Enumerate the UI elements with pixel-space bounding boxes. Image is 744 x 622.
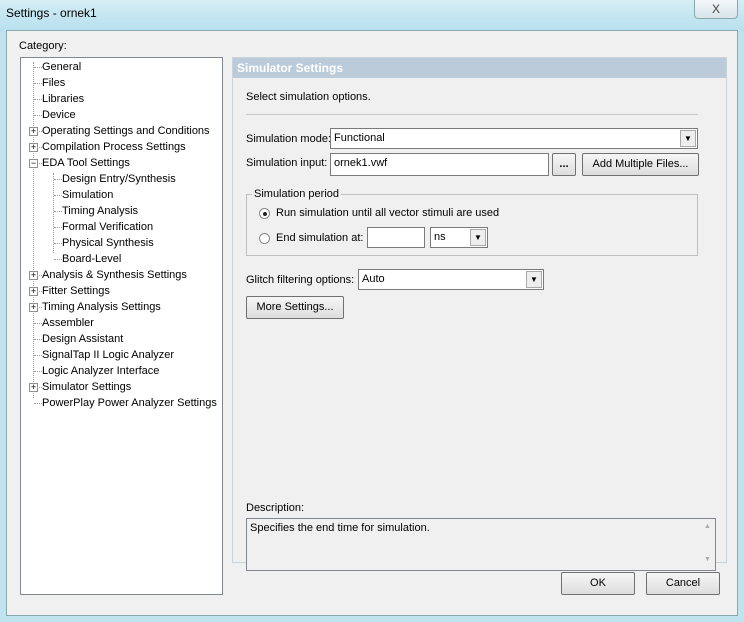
tree-item[interactable]: Fitter Settings <box>42 283 110 299</box>
expand-icon[interactable]: + <box>29 287 38 296</box>
simulation-period-label: Simulation period <box>252 188 341 200</box>
time-unit-select[interactable]: ns ▼ <box>430 227 488 248</box>
tree-line <box>34 323 42 324</box>
run-until-stimuli-radio[interactable] <box>259 208 270 219</box>
tree-item[interactable]: Operating Settings and Conditions <box>42 123 210 139</box>
simulation-mode-value: Functional <box>334 132 385 144</box>
tree-line <box>34 99 42 100</box>
chevron-down-icon: ▼ <box>470 229 486 246</box>
settings-panel: Simulator Settings Select simulation opt… <box>232 57 727 571</box>
intro-text: Select simulation options. <box>246 91 371 103</box>
category-tree[interactable]: General Files Libraries Device + Operating Se… <box>20 57 223 595</box>
tree-item[interactable]: PowerPlay Power Analyzer Settings <box>42 395 217 411</box>
tree-item[interactable]: Simulator Settings <box>42 379 131 395</box>
tree-item[interactable]: Analysis & Synthesis Settings <box>42 267 187 283</box>
tree-item[interactable]: Timing Analysis <box>62 203 138 219</box>
simulation-mode-label: Simulation mode: <box>246 133 331 145</box>
title-bar: Settings - ornek1 X <box>0 0 744 32</box>
glitch-filtering-value: Auto <box>362 273 385 285</box>
dialog-body: Category: General Files Libraries Device + Op… <box>6 30 738 616</box>
tree-item[interactable]: Assembler <box>42 315 94 331</box>
end-simulation-radio[interactable] <box>259 233 270 244</box>
tree-line <box>34 339 42 340</box>
tree-line <box>54 211 62 212</box>
tree-item[interactable]: Logic Analyzer Interface <box>42 363 159 379</box>
chevron-down-icon: ▼ <box>526 271 542 288</box>
ok-button[interactable]: OK <box>561 572 635 595</box>
simulation-input-field[interactable]: ornek1.vwf <box>330 153 549 176</box>
tree-line <box>54 179 62 180</box>
description-box: Specifies the end time for simulation. ▲… <box>246 518 716 571</box>
expand-icon[interactable]: + <box>29 127 38 136</box>
tree-item[interactable]: Compilation Process Settings <box>42 139 186 155</box>
cancel-button[interactable]: Cancel <box>646 572 720 595</box>
browse-button[interactable]: ... <box>552 153 576 176</box>
tree-item[interactable]: Files <box>42 75 65 91</box>
add-multiple-files-button[interactable]: Add Multiple Files... <box>582 153 699 176</box>
glitch-filtering-label: Glitch filtering options: <box>246 274 355 286</box>
expand-icon[interactable]: + <box>29 143 38 152</box>
expand-icon[interactable]: + <box>29 303 38 312</box>
collapse-icon[interactable]: − <box>29 159 38 168</box>
tree-line <box>54 227 62 228</box>
time-unit-value: ns <box>434 231 446 243</box>
tree-item[interactable]: Design Assistant <box>42 331 123 347</box>
expand-icon[interactable]: + <box>29 383 38 392</box>
close-button[interactable]: X <box>694 0 738 19</box>
tree-item[interactable]: Device <box>42 107 76 123</box>
tree-item[interactable]: Formal Verification <box>62 219 153 235</box>
tree-item[interactable]: Board-Level <box>62 251 121 267</box>
end-simulation-label: End simulation at: <box>276 232 364 244</box>
tree-line <box>53 173 54 253</box>
tree-line <box>34 67 42 68</box>
tree-line <box>34 83 42 84</box>
tree-line <box>54 195 62 196</box>
run-until-stimuli-label: Run simulation until all vector stimuli … <box>276 207 500 219</box>
tree-line <box>34 371 42 372</box>
simulation-input-label: Simulation input: <box>246 157 328 169</box>
tree-line <box>34 403 42 404</box>
chevron-down-icon: ▼ <box>680 130 696 147</box>
more-settings-button[interactable]: More Settings... <box>246 296 344 319</box>
tree-item[interactable]: General <box>42 59 81 75</box>
tree-item[interactable]: SignalTap II Logic Analyzer <box>42 347 174 363</box>
tree-item[interactable]: Simulation <box>62 187 113 203</box>
tree-item[interactable]: Design Entry/Synthesis <box>62 171 176 187</box>
description-label: Description: <box>246 502 305 514</box>
tree-item[interactable]: EDA Tool Settings <box>42 155 130 171</box>
tree-line <box>34 355 42 356</box>
category-label: Category: <box>19 40 67 52</box>
divider <box>246 114 698 115</box>
panel-title: Simulator Settings <box>233 58 726 78</box>
tree-item[interactable]: Physical Synthesis <box>62 235 154 251</box>
expand-icon[interactable]: + <box>29 271 38 280</box>
tree-line <box>34 115 42 116</box>
glitch-filtering-select[interactable]: Auto ▼ <box>358 269 544 290</box>
tree-item[interactable]: Libraries <box>42 91 84 107</box>
tree-line <box>54 259 62 260</box>
tree-item[interactable]: Timing Analysis Settings <box>42 299 161 315</box>
window-title: Settings - ornek1 <box>6 6 97 20</box>
tree-line <box>54 243 62 244</box>
description-scrollbar[interactable]: ▲ ▼ <box>700 519 715 570</box>
tree-line <box>33 62 34 398</box>
description-text: Specifies the end time for simulation. <box>250 522 430 534</box>
end-time-input[interactable] <box>367 227 425 248</box>
simulation-mode-select[interactable]: Functional ▼ <box>330 128 698 149</box>
